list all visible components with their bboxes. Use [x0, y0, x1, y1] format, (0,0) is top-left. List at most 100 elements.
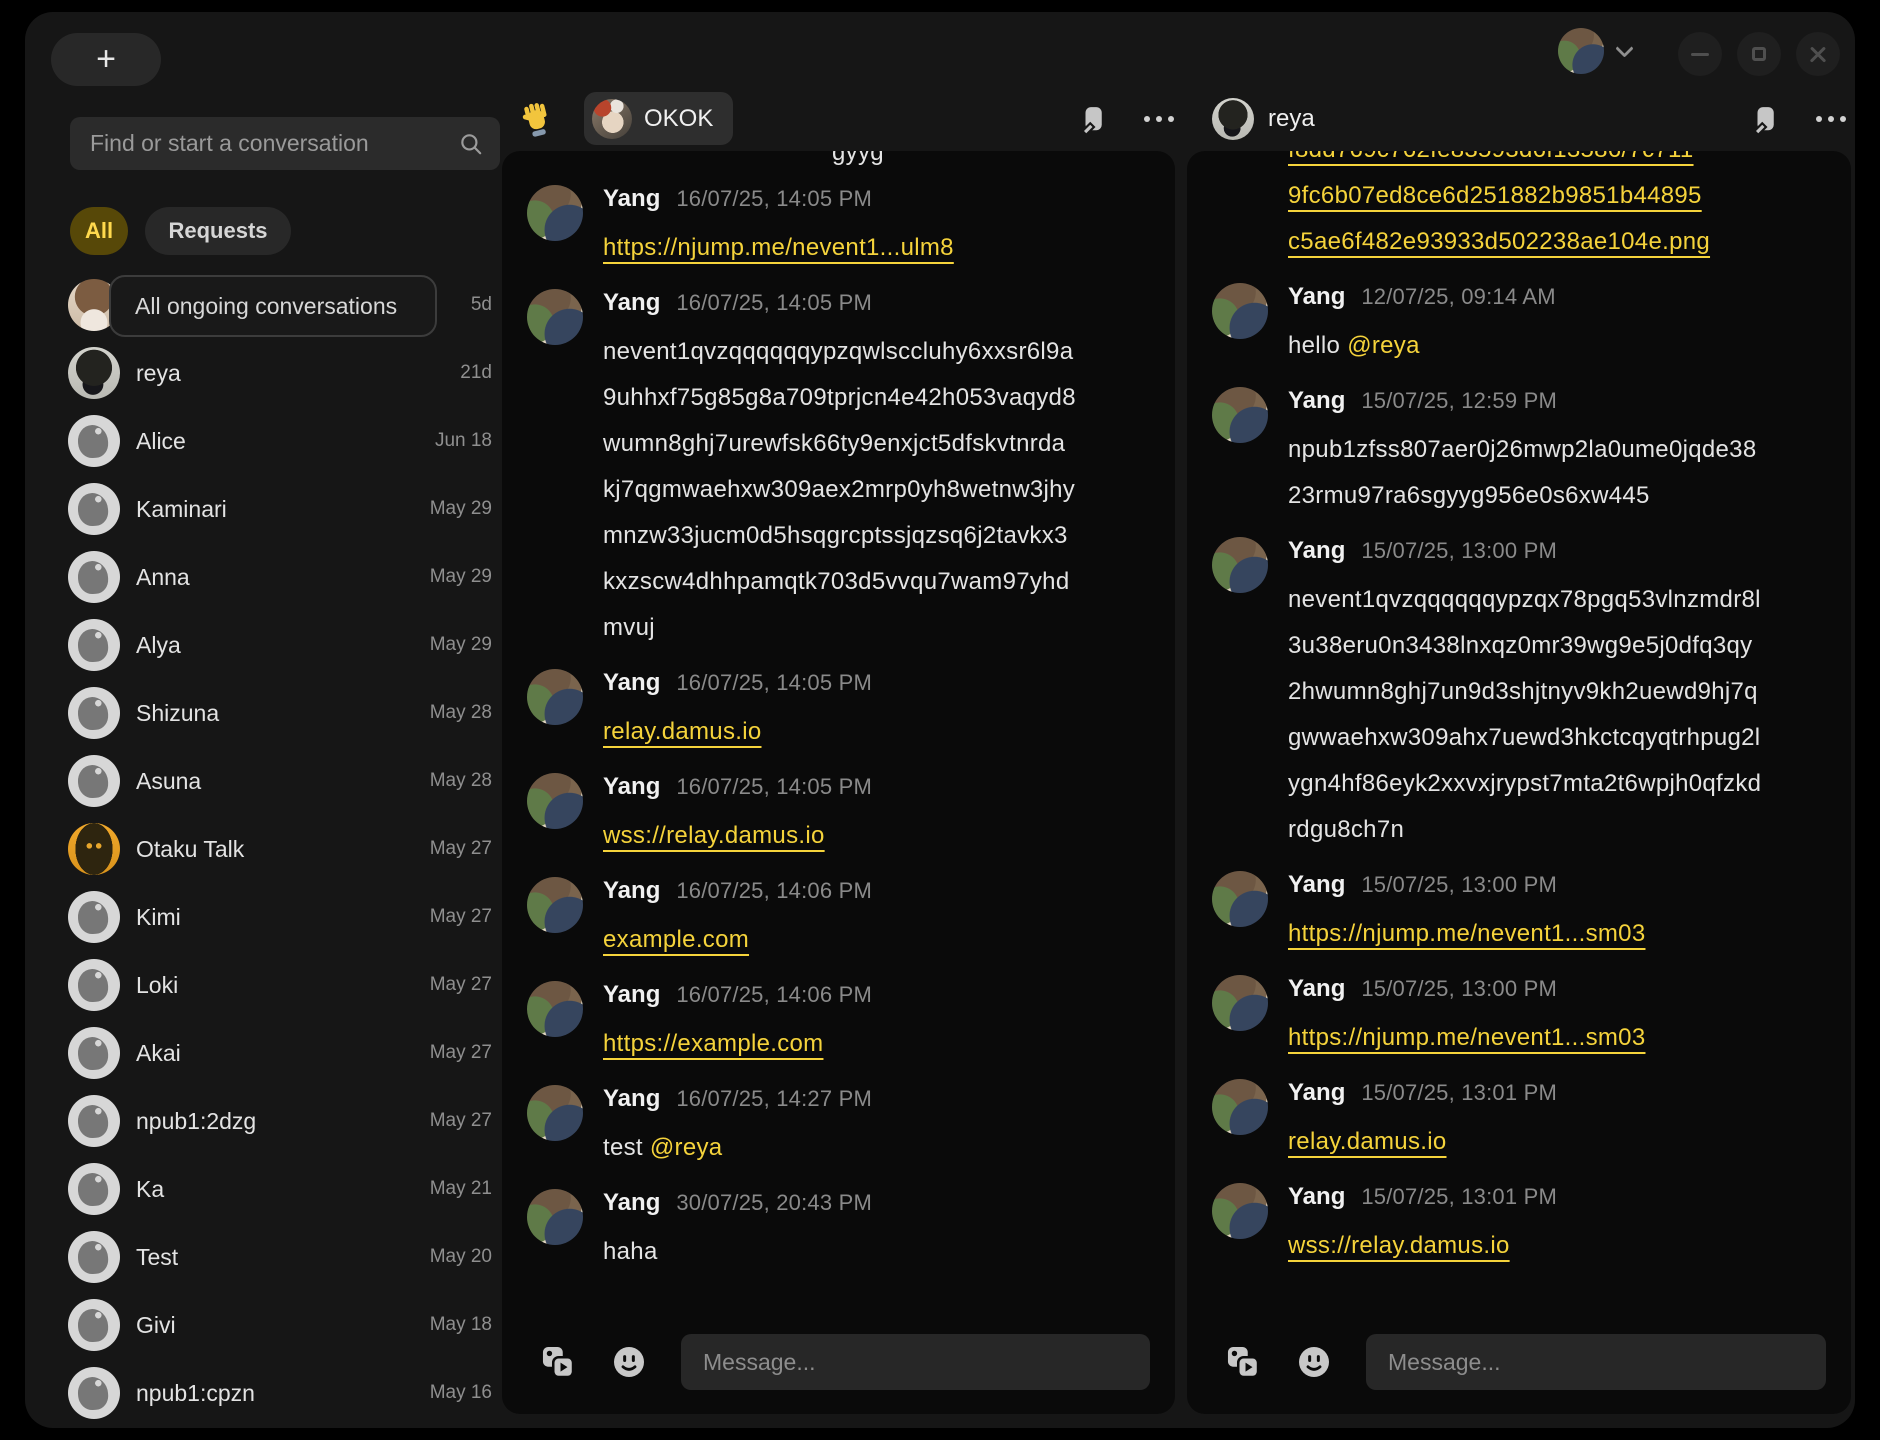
message-link[interactable]: https://njump.me/nevent1...ulm8: [603, 234, 954, 261]
conversation-timestamp: May 27: [430, 974, 492, 996]
message-link[interactable]: f8dd769c762fe83593d6f13586/7c711: [1288, 151, 1823, 173]
message-author[interactable]: Yang: [1288, 283, 1345, 311]
chat-left-title-chip[interactable]: OKOK: [584, 92, 733, 145]
more-options-icon[interactable]: [1810, 110, 1852, 128]
sender-avatar[interactable]: [527, 289, 583, 345]
filter-all[interactable]: All: [70, 207, 128, 255]
sender-avatar[interactable]: [1212, 975, 1268, 1031]
attach-media-icon[interactable]: [539, 1343, 577, 1381]
conversation-avatar: [68, 1095, 120, 1147]
message-author[interactable]: Yang: [603, 185, 660, 213]
message-author[interactable]: Yang: [1288, 1183, 1345, 1211]
search-input[interactable]: [90, 130, 458, 157]
conversation-item[interactable]: Test May 20: [50, 1223, 502, 1291]
message-author[interactable]: Yang: [1288, 1079, 1345, 1107]
sender-avatar[interactable]: [527, 877, 583, 933]
close-button[interactable]: [1796, 32, 1840, 76]
conversation-item[interactable]: npub1:2dzg May 27: [50, 1087, 502, 1155]
message-link[interactable]: relay.damus.io: [603, 718, 762, 745]
conversation-item[interactable]: Akai May 27: [50, 1019, 502, 1087]
conversation-item[interactable]: npub1:cpzn May 16: [50, 1359, 502, 1427]
conversation-item[interactable]: Alice Jun 18: [50, 407, 502, 475]
sender-avatar[interactable]: [527, 1085, 583, 1141]
message-link[interactable]: c5ae6f482e93933d502238ae104e.png: [1288, 219, 1823, 265]
conversation-timestamp: May 27: [430, 906, 492, 928]
message-link[interactable]: https://njump.me/nevent1...sm03: [1288, 920, 1645, 947]
message-link[interactable]: 9fc6b07ed8ce6d251882b9851b44895: [1288, 173, 1823, 219]
sender-avatar[interactable]: [1212, 1183, 1268, 1239]
sender-avatar[interactable]: [1212, 283, 1268, 339]
message-author[interactable]: Yang: [1288, 537, 1345, 565]
message-timestamp: 15/07/25, 13:01 PM: [1361, 1080, 1557, 1106]
message-link[interactable]: https://njump.me/nevent1...sm03: [1288, 1024, 1645, 1051]
conversation-avatar: [68, 1027, 120, 1079]
attach-media-icon[interactable]: [1224, 1343, 1262, 1381]
conversation-avatar: [68, 1163, 120, 1215]
minimize-button[interactable]: [1678, 32, 1722, 76]
message-timestamp: 15/07/25, 13:00 PM: [1361, 538, 1557, 564]
conversation-item[interactable]: Otaku Talk May 27: [50, 815, 502, 883]
sender-avatar[interactable]: [527, 981, 583, 1037]
new-conversation-button[interactable]: +: [51, 33, 161, 86]
chat-right-title-chip[interactable]: reya: [1212, 98, 1315, 140]
conversation-item[interactable]: Kimi May 27: [50, 883, 502, 951]
note-icon[interactable]: [1750, 104, 1780, 134]
conversation-item[interactable]: Loki May 27: [50, 951, 502, 1019]
conversation-name: Akai: [136, 1040, 414, 1067]
note-icon[interactable]: [1078, 104, 1108, 134]
conversation-search[interactable]: [70, 117, 500, 170]
emoji-icon[interactable]: [611, 1344, 647, 1380]
message-author[interactable]: Yang: [1288, 387, 1345, 415]
clipped-link-message: f8dd769c762fe83593d6f13586/7c711 9fc6b07…: [1288, 151, 1823, 265]
conversation-item[interactable]: Givi May 18: [50, 1291, 502, 1359]
conversation-item[interactable]: Anna May 29: [50, 543, 502, 611]
message-author[interactable]: Yang: [603, 773, 660, 801]
message-link[interactable]: wss://relay.damus.io: [603, 822, 825, 849]
message-author[interactable]: Yang: [1288, 871, 1345, 899]
sender-avatar[interactable]: [1212, 871, 1268, 927]
message-author[interactable]: Yang: [603, 289, 660, 317]
message-author[interactable]: Yang: [603, 1085, 660, 1113]
message-link[interactable]: relay.damus.io: [1288, 1128, 1447, 1155]
mention[interactable]: @reya: [650, 1134, 723, 1161]
conversation-item[interactable]: reya 21d: [50, 339, 502, 407]
message-timestamp: 15/07/25, 13:01 PM: [1361, 1184, 1557, 1210]
user-avatar[interactable]: [1558, 28, 1604, 74]
sender-avatar[interactable]: [1212, 537, 1268, 593]
conversation-item[interactable]: Kaminari May 29: [50, 475, 502, 543]
sender-avatar[interactable]: [1212, 387, 1268, 443]
message-input[interactable]: [1366, 1334, 1826, 1390]
message-content: nevent1qvzqqqqqqypzqx78pgq53vlnzmdr8l3u3…: [1288, 577, 1762, 853]
conversation-item[interactable]: Alya May 29: [50, 611, 502, 679]
sender-avatar[interactable]: [527, 1189, 583, 1245]
conversation-list: 5d reya 21d Alice Jun 18 Kaminari May 29…: [50, 271, 502, 1427]
conversation-item[interactable]: Ka May 21: [50, 1155, 502, 1223]
message-link[interactable]: wss://relay.damus.io: [1288, 1232, 1510, 1259]
message-text: haha: [603, 1238, 658, 1265]
filter-requests[interactable]: Requests: [145, 207, 291, 255]
conversation-avatar: [68, 347, 120, 399]
emoji-icon[interactable]: [1296, 1344, 1332, 1380]
conversation-item[interactable]: Asuna May 28: [50, 747, 502, 815]
conversation-item[interactable]: Shizuna May 28: [50, 679, 502, 747]
message-author[interactable]: Yang: [603, 877, 660, 905]
maximize-button[interactable]: [1737, 32, 1781, 76]
sender-avatar[interactable]: [527, 669, 583, 725]
message-author[interactable]: Yang: [1288, 975, 1345, 1003]
chevron-down-icon[interactable]: [1615, 39, 1633, 57]
sender-avatar[interactable]: [527, 773, 583, 829]
message-timestamp: 16/07/25, 14:06 PM: [676, 982, 872, 1008]
message-author[interactable]: Yang: [603, 1189, 660, 1217]
search-icon: [458, 131, 484, 157]
message-author[interactable]: Yang: [603, 669, 660, 697]
mention[interactable]: @reya: [1347, 332, 1420, 359]
conversation-timestamp: May 27: [430, 1042, 492, 1064]
sender-avatar[interactable]: [1212, 1079, 1268, 1135]
message-link[interactable]: https://example.com: [603, 1030, 823, 1057]
user-menu[interactable]: [1558, 28, 1631, 74]
sender-avatar[interactable]: [527, 185, 583, 241]
more-options-icon[interactable]: [1138, 110, 1180, 128]
message-link[interactable]: example.com: [603, 926, 749, 953]
message-input[interactable]: [681, 1334, 1150, 1390]
message-author[interactable]: Yang: [603, 981, 660, 1009]
